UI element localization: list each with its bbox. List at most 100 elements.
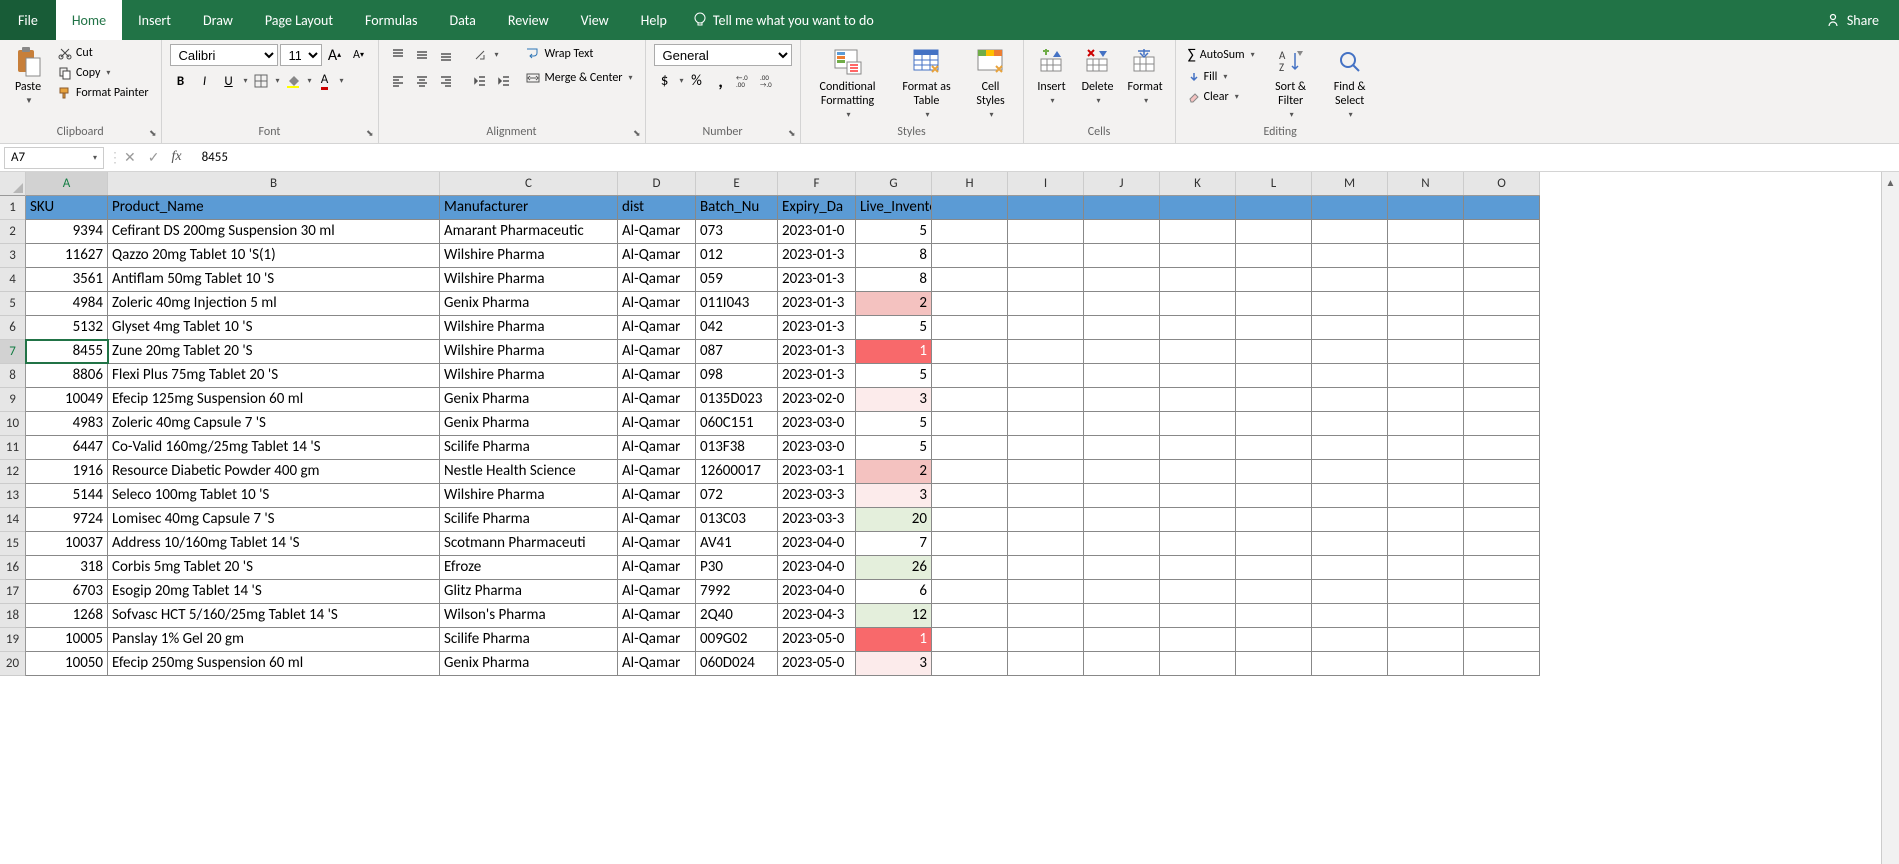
fill-button[interactable]: Fill ▾: [1184, 68, 1259, 86]
cell[interactable]: 2023-05-0: [778, 652, 856, 675]
cell[interactable]: Scilife Pharma: [440, 628, 618, 651]
cell[interactable]: [1312, 244, 1388, 267]
cell[interactable]: Al-Qamar: [618, 364, 696, 387]
cell[interactable]: [1236, 316, 1312, 339]
header-cell[interactable]: SKU: [26, 196, 108, 219]
number-format-select[interactable]: General: [654, 44, 792, 66]
cell[interactable]: 2023-04-3: [778, 604, 856, 627]
align-right-button[interactable]: [435, 70, 457, 92]
tab-draw[interactable]: Draw: [187, 0, 249, 40]
cell[interactable]: 5: [856, 220, 932, 243]
select-all-button[interactable]: [0, 172, 26, 196]
cell[interactable]: 6: [856, 580, 932, 603]
decrease-indent-button[interactable]: [469, 70, 491, 92]
bold-button[interactable]: B: [170, 70, 192, 92]
cell[interactable]: Wilshire Pharma: [440, 484, 618, 507]
cell[interactable]: Glyset 4mg Tablet 10 'S: [108, 316, 440, 339]
cell[interactable]: [1236, 532, 1312, 555]
cell[interactable]: [1464, 364, 1540, 387]
cell[interactable]: 2023-01-3: [778, 292, 856, 315]
cell[interactable]: [1008, 340, 1084, 363]
cell[interactable]: [1084, 220, 1160, 243]
cell[interactable]: [1008, 484, 1084, 507]
column-header-O[interactable]: O: [1464, 172, 1540, 195]
increase-font-button[interactable]: A▴: [324, 44, 346, 66]
cell[interactable]: [1160, 340, 1236, 363]
row-header-14[interactable]: 14: [0, 508, 25, 532]
tab-file[interactable]: File: [0, 0, 56, 40]
comma-button[interactable]: ,: [710, 70, 732, 92]
cell[interactable]: [932, 244, 1008, 267]
cell[interactable]: [1236, 412, 1312, 435]
autosum-button[interactable]: ∑ AutoSum ▾: [1184, 44, 1259, 66]
cell[interactable]: [1160, 460, 1236, 483]
cell[interactable]: 098: [696, 364, 778, 387]
cell[interactable]: [1008, 388, 1084, 411]
tab-view[interactable]: View: [565, 0, 625, 40]
cell[interactable]: [932, 436, 1008, 459]
row-header-18[interactable]: 18: [0, 604, 25, 628]
cell[interactable]: [1008, 316, 1084, 339]
cell[interactable]: Address 10/160mg Tablet 14 'S: [108, 532, 440, 555]
cell[interactable]: 042: [696, 316, 778, 339]
cell[interactable]: [1008, 556, 1084, 579]
cell[interactable]: Zune 20mg Tablet 20 'S: [108, 340, 440, 363]
cell[interactable]: Cefirant DS 200mg Suspension 30 ml: [108, 220, 440, 243]
cell[interactable]: 3: [856, 484, 932, 507]
cell[interactable]: [1312, 604, 1388, 627]
cell[interactable]: [1236, 484, 1312, 507]
cell[interactable]: [1008, 652, 1084, 675]
cell[interactable]: [1008, 436, 1084, 459]
column-header-G[interactable]: G: [856, 172, 932, 195]
sort-filter-button[interactable]: AZ Sort & Filter▾: [1265, 44, 1317, 122]
cell[interactable]: [1312, 388, 1388, 411]
increase-indent-button[interactable]: [493, 70, 515, 92]
header-cell[interactable]: [1084, 196, 1160, 219]
cell[interactable]: Corbis 5mg Tablet 20 'S: [108, 556, 440, 579]
cell[interactable]: [1388, 460, 1464, 483]
cell[interactable]: [1464, 604, 1540, 627]
cell[interactable]: [1312, 484, 1388, 507]
formula-input[interactable]: 8455: [192, 150, 1899, 165]
cell[interactable]: Al-Qamar: [618, 268, 696, 291]
cell[interactable]: [1008, 508, 1084, 531]
cell[interactable]: 012: [696, 244, 778, 267]
cell[interactable]: [1008, 244, 1084, 267]
header-cell[interactable]: Live_Inventory_Quantity: [856, 196, 932, 219]
chevron-down-icon[interactable]: ▾: [244, 76, 248, 86]
cell[interactable]: [1464, 532, 1540, 555]
cell[interactable]: Glitz Pharma: [440, 580, 618, 603]
cell[interactable]: Al-Qamar: [618, 580, 696, 603]
cell[interactable]: [1312, 436, 1388, 459]
cell[interactable]: [1084, 364, 1160, 387]
cell[interactable]: Al-Qamar: [618, 604, 696, 627]
column-header-H[interactable]: H: [932, 172, 1008, 195]
cell[interactable]: Al-Qamar: [618, 244, 696, 267]
cell[interactable]: 2: [856, 292, 932, 315]
cell[interactable]: [1160, 388, 1236, 411]
cell[interactable]: 2023-01-3: [778, 268, 856, 291]
cell[interactable]: Wilshire Pharma: [440, 268, 618, 291]
cell[interactable]: Al-Qamar: [618, 316, 696, 339]
column-header-N[interactable]: N: [1388, 172, 1464, 195]
cell[interactable]: [1084, 412, 1160, 435]
tab-home[interactable]: Home: [56, 0, 122, 40]
cell[interactable]: [1084, 268, 1160, 291]
cell[interactable]: Zoleric 40mg Injection 5 ml: [108, 292, 440, 315]
cell[interactable]: Sofvasc HCT 5/160/25mg Tablet 14 'S: [108, 604, 440, 627]
cell[interactable]: Efecip 125mg Suspension 60 ml: [108, 388, 440, 411]
row-header-11[interactable]: 11: [0, 436, 25, 460]
cell[interactable]: [1084, 556, 1160, 579]
cell[interactable]: [1312, 268, 1388, 291]
cell[interactable]: [1388, 556, 1464, 579]
enter-icon[interactable]: ✓: [148, 149, 160, 166]
cell[interactable]: [1236, 652, 1312, 675]
cell[interactable]: [1388, 652, 1464, 675]
cell[interactable]: Al-Qamar: [618, 436, 696, 459]
cell[interactable]: [1464, 580, 1540, 603]
cell[interactable]: [1312, 220, 1388, 243]
tab-help[interactable]: Help: [625, 0, 683, 40]
cell[interactable]: 7: [856, 532, 932, 555]
cell[interactable]: 060C151: [696, 412, 778, 435]
cell[interactable]: [1388, 604, 1464, 627]
